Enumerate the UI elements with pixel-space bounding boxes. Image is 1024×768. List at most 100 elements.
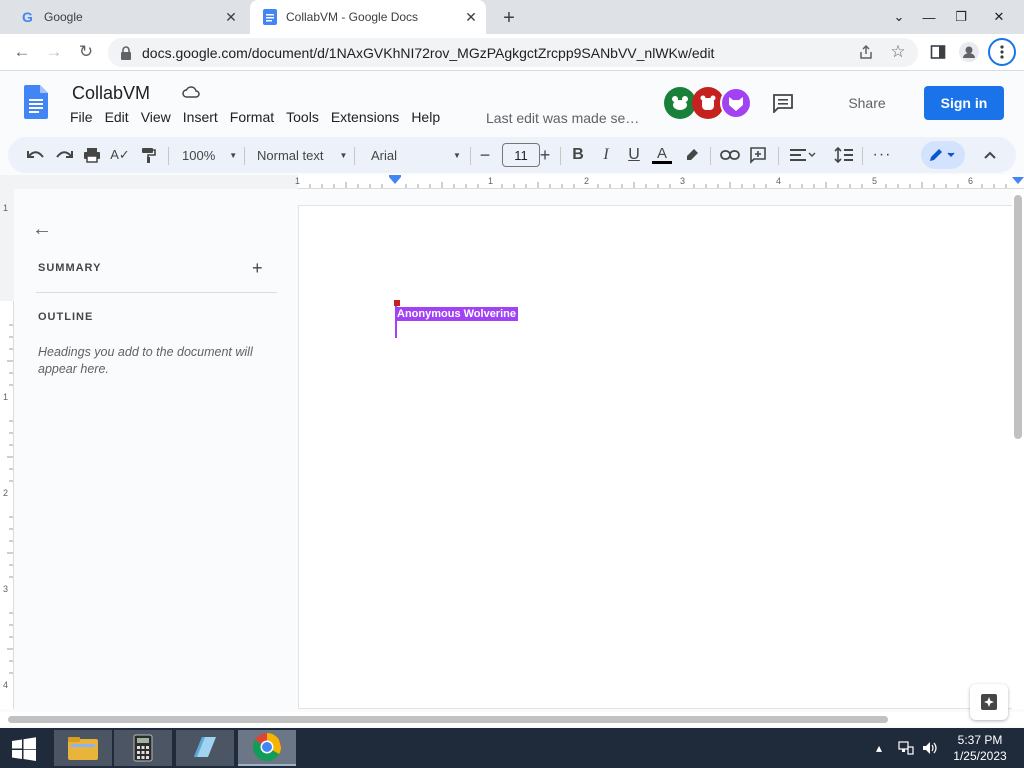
close-icon[interactable]: ✕ [462, 8, 480, 26]
taskbar-chrome[interactable] [238, 730, 296, 766]
align-left-icon[interactable] [786, 143, 820, 167]
horizontal-scrollbar[interactable] [0, 712, 1024, 726]
vertical-ruler[interactable]: 1 1 2 3 4 [0, 189, 14, 709]
outline-heading: OUTLINE [38, 311, 94, 323]
left-indent-marker [389, 177, 401, 184]
caret-down-icon: ▼ [453, 150, 461, 160]
ruler-label: 6 [968, 176, 974, 186]
profile-icon[interactable] [957, 40, 981, 64]
zoom-select[interactable]: 100% ▼ [182, 143, 237, 167]
menu-view[interactable]: View [135, 109, 177, 129]
menu-file[interactable]: File [64, 109, 99, 129]
zoom-value: 100% [182, 147, 216, 163]
horizontal-ruler[interactable]: 1 1 2 3 4 5 6 [0, 175, 1024, 189]
ruler-ticks [309, 175, 1024, 188]
back-button[interactable]: ← [10, 40, 34, 64]
scrollbar-thumb[interactable] [1014, 195, 1022, 439]
document-page[interactable]: Anonymous Wolverine [298, 205, 1012, 709]
more-vert-icon[interactable] [988, 38, 1016, 66]
underline-icon[interactable]: U [622, 143, 646, 167]
menu-insert[interactable]: Insert [177, 109, 224, 129]
menu-tools[interactable]: Tools [280, 109, 325, 129]
toolbar-divider [710, 147, 711, 165]
ruler-label: 1 [488, 176, 494, 186]
bookmark-star-icon[interactable]: ☆ [886, 40, 910, 64]
document-title[interactable]: CollabVM [72, 83, 150, 104]
collaborator-cursor-flag [394, 300, 400, 306]
side-panel-icon[interactable] [926, 40, 950, 64]
font-family-select[interactable]: Arial ▼ [371, 143, 461, 167]
spellcheck-icon[interactable]: A✓ [108, 143, 132, 167]
collapse-menus-icon[interactable] [978, 143, 1002, 167]
chevron-down-icon[interactable]: ⌄ [882, 0, 916, 34]
comment-history-icon[interactable] [772, 93, 794, 113]
collaborator-name-tag: Anonymous Wolverine [395, 307, 518, 321]
collaborator-avatar-wolverine[interactable] [720, 87, 752, 119]
taskbar-file-explorer[interactable] [54, 730, 112, 766]
address-input[interactable]: docs.google.com/document/d/1NAxGVKhNI72r… [108, 38, 918, 67]
forward-button[interactable]: → [42, 40, 66, 64]
menu-format[interactable]: Format [224, 109, 280, 129]
redo-icon[interactable] [52, 143, 76, 167]
volume-icon[interactable] [922, 728, 938, 768]
share-button[interactable]: Share [818, 86, 916, 120]
undo-icon[interactable] [24, 143, 48, 167]
reload-button[interactable]: ↻ [74, 40, 98, 64]
menu-help[interactable]: Help [405, 109, 446, 129]
toolbar-divider [470, 147, 471, 165]
address-bar-row: ← → ↻ docs.google.com/document/d/1NAxGVK… [0, 34, 1024, 71]
share-page-icon[interactable] [854, 40, 878, 64]
highlight-pen-icon[interactable] [680, 143, 704, 167]
text-color-icon[interactable]: A [650, 143, 674, 167]
increase-font-size-button[interactable]: + [534, 143, 556, 167]
paragraph-style-select[interactable]: Normal text ▼ [257, 143, 347, 167]
clock-time: 5:37 PM [957, 733, 1003, 747]
sign-in-button[interactable]: Sign in [924, 86, 1004, 120]
system-clock[interactable]: 5:37 PM 1/25/2023 [950, 732, 1010, 764]
ruler-label: 5 [872, 176, 878, 186]
tab-google[interactable]: G Google ✕ [8, 0, 246, 34]
window-close-button[interactable]: ✕ [976, 0, 1022, 34]
line-spacing-icon[interactable] [832, 143, 856, 167]
italic-icon[interactable]: I [594, 143, 618, 167]
menu-bar: File Edit View Insert Format Tools Exten… [64, 109, 446, 129]
cloud-saved-icon[interactable] [182, 85, 200, 99]
vertical-scrollbar[interactable] [1012, 189, 1024, 709]
new-tab-button[interactable]: + [498, 7, 520, 29]
docs-logo-icon[interactable] [24, 85, 48, 119]
toolbar-divider [168, 147, 169, 165]
right-indent-marker [1012, 177, 1024, 184]
add-comment-icon[interactable] [746, 143, 770, 167]
tab-collabvm-docs[interactable]: CollabVM - Google Docs ✕ [250, 0, 486, 34]
close-icon[interactable]: ✕ [222, 8, 240, 26]
tray-chevron-up-icon[interactable]: ▴ [876, 728, 882, 768]
restore-button[interactable]: ❐ [944, 0, 978, 34]
menu-edit[interactable]: Edit [99, 109, 135, 129]
bold-icon[interactable]: B [566, 143, 590, 167]
font-size-value: 11 [514, 147, 528, 163]
insert-link-icon[interactable] [718, 143, 742, 167]
docs-header: CollabVM File Edit View Insert Format To… [0, 71, 1024, 135]
scrollbar-thumb[interactable] [8, 716, 888, 723]
toolbar-divider [560, 147, 561, 165]
add-summary-button[interactable]: + [252, 258, 263, 279]
more-horiz-icon[interactable]: ··· [870, 143, 894, 167]
close-outline-arrow-icon[interactable]: ← [32, 218, 52, 240]
last-edit-link[interactable]: Last edit was made se… [486, 110, 639, 126]
paint-format-icon[interactable] [136, 143, 160, 167]
minimize-button[interactable]: — [912, 0, 946, 34]
taskbar-notepad[interactable] [176, 730, 234, 766]
taskbar-calculator[interactable] [114, 730, 172, 766]
windows-taskbar: ▴ 5:37 PM 1/25/2023 [0, 728, 1024, 768]
print-icon[interactable] [80, 143, 104, 167]
explore-sparkle-icon[interactable] [970, 684, 1008, 720]
editing-mode-select[interactable] [921, 141, 965, 169]
outline-empty-hint: Headings you add to the document will ap… [38, 345, 253, 376]
network-icon[interactable] [898, 728, 914, 768]
decrease-font-size-button[interactable]: − [474, 143, 496, 167]
document-outline-panel: ← SUMMARY + OUTLINE Headings you add to … [14, 189, 298, 709]
chrome-icon [253, 733, 281, 761]
menu-extensions[interactable]: Extensions [325, 109, 405, 129]
windows-start-icon[interactable] [10, 737, 38, 761]
paragraph-style-value: Normal text [257, 147, 324, 163]
